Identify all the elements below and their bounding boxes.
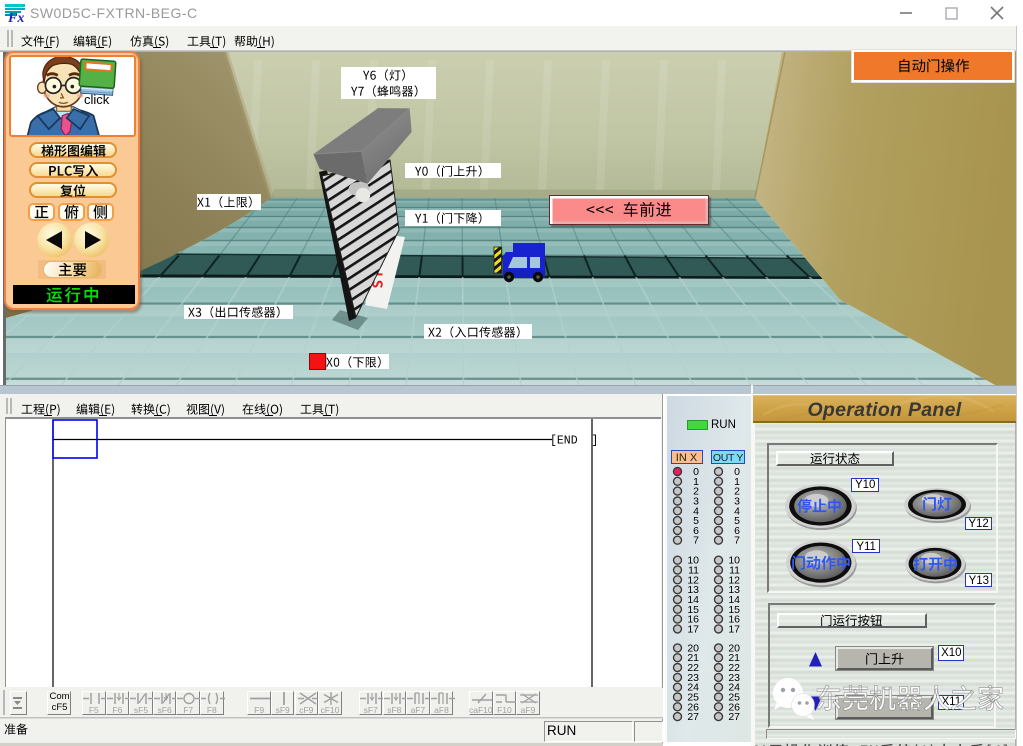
svg-text:7: 7 [734, 535, 740, 547]
svg-text:17: 17 [728, 623, 740, 635]
svg-text:27: 27 [687, 711, 699, 723]
svg-text:17: 17 [687, 623, 699, 635]
svg-text:Fx: Fx [7, 11, 24, 23]
svg-text:27: 27 [728, 711, 740, 723]
svg-text:[END ]: [END ] [550, 435, 598, 448]
svg-text:7: 7 [693, 535, 699, 547]
